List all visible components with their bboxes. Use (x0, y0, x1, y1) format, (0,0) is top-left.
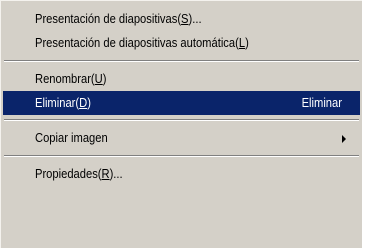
menu-separator (4, 155, 359, 157)
menu-item-delete-shortcut: Eliminar (301, 95, 342, 110)
menu-item-properties[interactable]: Propiedades(R)... (3, 162, 360, 186)
menu-item-properties-label: Propiedades(R)... (35, 166, 123, 181)
context-menu: Presentación de diapositivas(S)... Prese… (0, 0, 362, 248)
menu-item-slideshow[interactable]: Presentación de diapositivas(S)... (3, 7, 360, 31)
menu-item-rename-label: Renombrar(U) (35, 71, 107, 86)
menu-item-slideshow-label: Presentación de diapositivas(S)... (35, 11, 202, 26)
menu-item-copy-image-label: Copiar imagen (35, 130, 108, 145)
menu-item-auto-slideshow-label: Presentación de diapositivas automática(… (35, 35, 249, 50)
menu-item-delete[interactable]: Eliminar(D) Eliminar (3, 91, 360, 115)
menu-item-rename[interactable]: Renombrar(U) (3, 67, 360, 91)
menu-separator (4, 60, 359, 62)
menu-separator (4, 119, 359, 121)
triangle-right-icon (342, 135, 346, 143)
menu-item-auto-slideshow[interactable]: Presentación de diapositivas automática(… (3, 31, 360, 55)
menu-item-delete-label: Eliminar(D) (35, 95, 91, 110)
menu-item-copy-image[interactable]: Copiar imagen (3, 126, 360, 150)
